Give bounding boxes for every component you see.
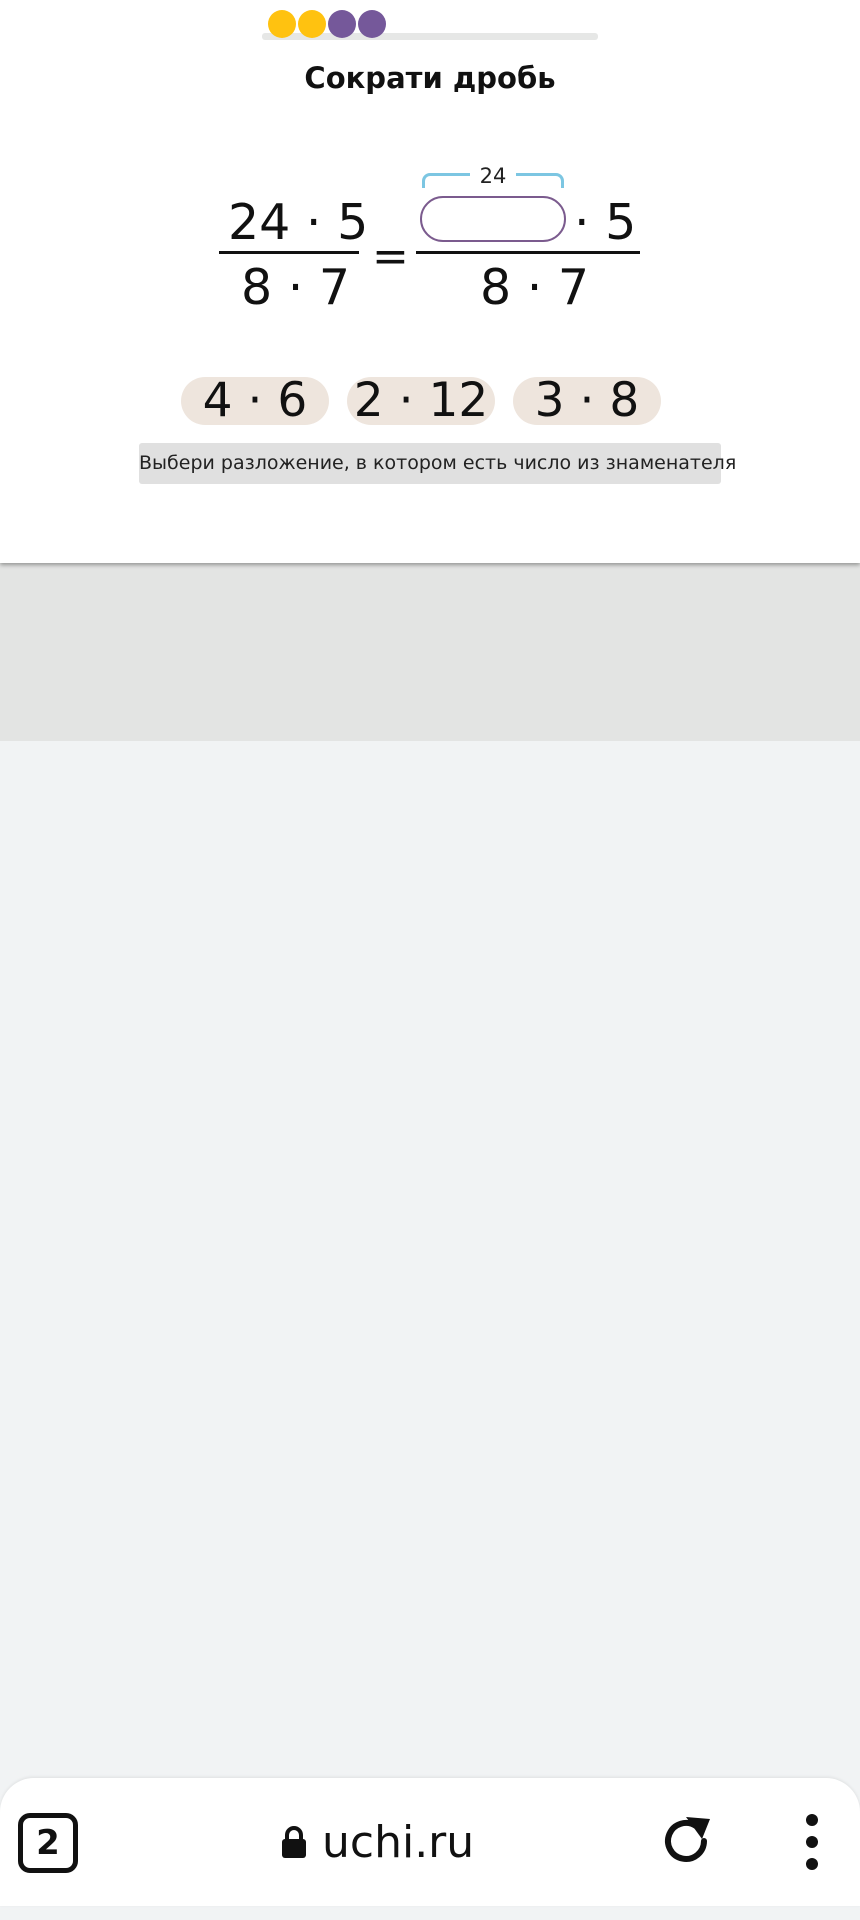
option-4x6[interactable]: 4 · 6	[181, 377, 329, 425]
task-card: Сократи дробь 24 · 5 8 · 7 = 24 · 5 8 · …	[0, 0, 860, 563]
progress-dot-1	[268, 10, 296, 38]
gray-band	[0, 563, 860, 741]
answer-drop-slot[interactable]	[420, 196, 566, 242]
option-3x8[interactable]: 3 · 8	[513, 377, 661, 425]
left-denominator: 8 · 7	[241, 259, 351, 316]
option-2x12[interactable]: 2 · 12	[347, 377, 495, 425]
left-fraction-line	[219, 251, 359, 254]
hint-box: Выбери разложение, в котором есть число …	[139, 443, 736, 484]
equals-sign: =	[372, 231, 409, 282]
tab-count-button[interactable]: 2	[18, 1813, 78, 1873]
browser-bottom-bar: 2 uchi.ru	[0, 1778, 860, 1906]
progress-dot-2	[298, 10, 326, 38]
more-vertical-icon[interactable]	[796, 1810, 828, 1874]
bracket-label: 24	[470, 164, 516, 188]
right-fraction-line	[416, 251, 640, 254]
task-title: Сократи дробь	[304, 61, 556, 95]
progress-dot-4	[358, 10, 386, 38]
left-numerator: 24 · 5	[228, 194, 369, 251]
progress-dot-3	[328, 10, 356, 38]
address-bar[interactable]: uchi.ru	[280, 1814, 474, 1870]
right-denominator: 8 · 7	[480, 259, 590, 316]
reload-icon[interactable]	[656, 1811, 716, 1871]
url-text: uchi.ru	[322, 1816, 475, 1868]
right-numerator-suffix: · 5	[574, 194, 637, 251]
lock-icon	[282, 1826, 306, 1858]
